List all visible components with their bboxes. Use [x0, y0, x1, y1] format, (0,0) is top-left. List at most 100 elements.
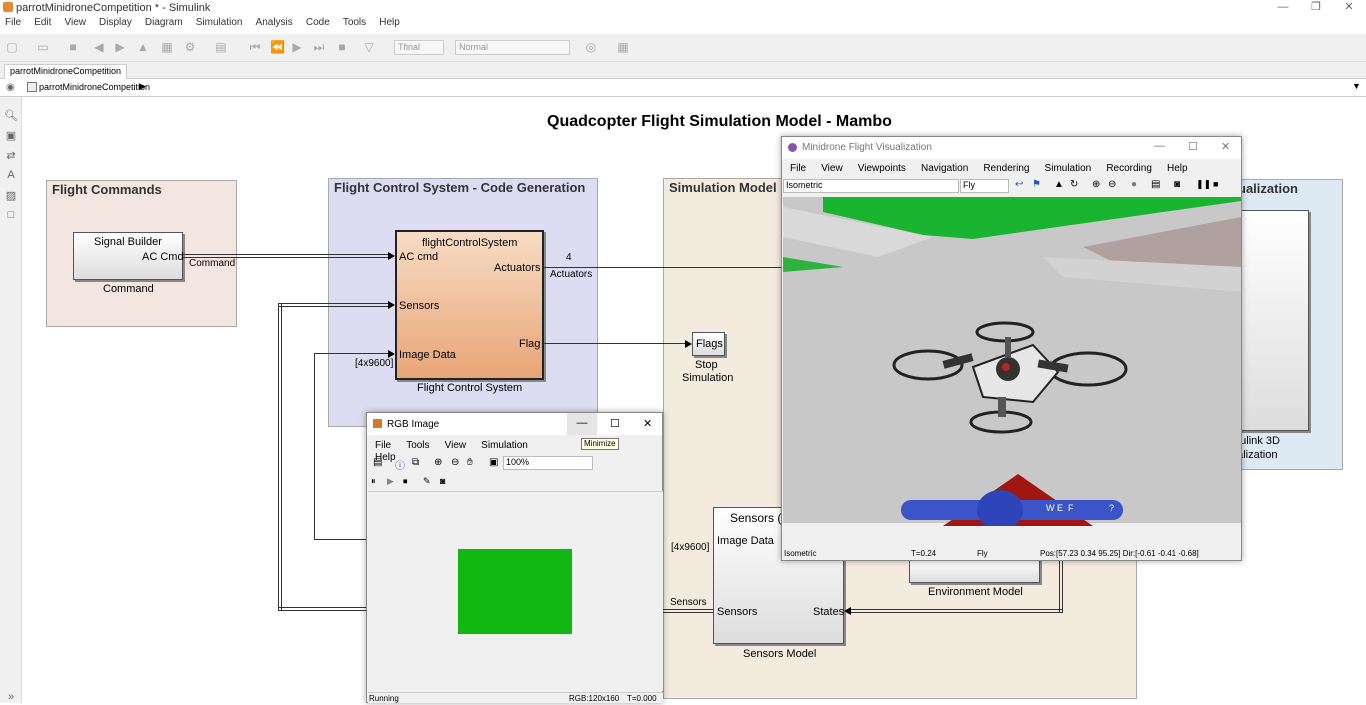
- viz-menu-file[interactable]: File: [784, 163, 812, 174]
- viz-stop-icon[interactable]: ■: [1213, 179, 1218, 189]
- viz-pause-icon[interactable]: ❚❚: [1196, 179, 1211, 190]
- format-icon[interactable]: ▤: [214, 40, 228, 54]
- zoom-out-icon[interactable]: ⊖: [1108, 179, 1116, 190]
- model-advisor-icon[interactable]: ◎: [584, 40, 598, 54]
- tab-model[interactable]: parrotMinidroneCompetition: [4, 64, 128, 79]
- menu-help[interactable]: Help: [374, 16, 405, 28]
- rgb-pause-icon[interactable]: ⏸: [371, 476, 376, 487]
- capture-icon[interactable]: ▤: [1151, 179, 1160, 190]
- restore-icon[interactable]: ❐: [1299, 0, 1333, 16]
- area-icon[interactable]: □: [4, 209, 18, 223]
- nav-letter-e[interactable]: E: [1057, 503, 1063, 513]
- menu-file[interactable]: File: [0, 16, 26, 28]
- new-model-icon[interactable]: ▢: [5, 40, 19, 54]
- menu-analysis[interactable]: Analysis: [251, 16, 298, 28]
- rgb-pan-icon[interactable]: ✋︎: [467, 457, 473, 468]
- minimize-icon[interactable]: —: [1266, 0, 1300, 16]
- nav-letter-w[interactable]: W: [1046, 503, 1055, 513]
- flag-line: [544, 343, 687, 344]
- menu-edit[interactable]: Edit: [29, 16, 56, 28]
- library-browser-icon[interactable]: ▦: [160, 40, 174, 54]
- build-icon[interactable]: ▦: [616, 40, 630, 54]
- sim-mode-select[interactable]: Normal: [455, 40, 570, 55]
- rgb-snapshot-icon[interactable]: ◙: [440, 476, 445, 486]
- rgb-minimize-icon[interactable]: —: [567, 413, 597, 435]
- straighten-icon[interactable]: ▲: [1054, 179, 1064, 190]
- rgb-fit-icon[interactable]: ▣: [489, 457, 498, 468]
- fcs-block[interactable]: flightControlSystem AC cmd Sensors Image…: [395, 230, 544, 380]
- signal-builder-block[interactable]: Signal Builder AC Cmd: [73, 232, 184, 280]
- chevron-down-icon[interactable]: ▼: [1352, 81, 1361, 91]
- menu-simulation[interactable]: Simulation: [191, 16, 248, 28]
- viz-menu-rendering[interactable]: Rendering: [977, 163, 1035, 174]
- annotation-icon[interactable]: A: [4, 169, 18, 183]
- viz-menu-help[interactable]: Help: [1161, 163, 1194, 174]
- viz-menu-view[interactable]: View: [815, 163, 849, 174]
- stop-icon[interactable]: ■: [335, 40, 349, 54]
- rgb-info-icon[interactable]: ⓘ: [395, 457, 405, 472]
- viz-window[interactable]: Minidrone Flight Visualization — ☐ ✕ Fil…: [781, 136, 1242, 561]
- rgb-zoom-in-icon[interactable]: ⊕: [434, 457, 442, 468]
- close-icon[interactable]: ✕: [1332, 0, 1366, 16]
- rgb-play-icon[interactable]: ▶: [387, 476, 394, 487]
- rgb-menu-simulation[interactable]: Simulation: [475, 440, 534, 451]
- image-icon[interactable]: ▨: [4, 189, 18, 203]
- up-icon[interactable]: ▲: [136, 40, 150, 54]
- menu-view[interactable]: View: [59, 16, 91, 28]
- rgb-zoom-select[interactable]: 100%: [503, 456, 593, 470]
- rgb-close-icon[interactable]: ✕: [643, 417, 652, 430]
- record-dot-icon[interactable]: ●: [1131, 179, 1137, 190]
- menu-display[interactable]: Display: [94, 16, 137, 28]
- go-back-icon[interactable]: ↩: [1015, 179, 1023, 190]
- flags-block[interactable]: Flags: [692, 332, 725, 356]
- step-forward-icon[interactable]: ⏭: [312, 40, 326, 54]
- step-back-icon[interactable]: ⏮: [248, 40, 262, 54]
- rotate-icon[interactable]: ↻: [1070, 179, 1078, 190]
- rgb-highlight-icon[interactable]: ✎: [423, 476, 431, 487]
- forward-icon[interactable]: ▶: [113, 40, 127, 54]
- breadcrumb-arrow-icon[interactable]: ▶: [139, 81, 146, 92]
- save-icon[interactable]: ■: [66, 40, 80, 54]
- nav-help-icon[interactable]: ?: [1109, 503, 1114, 513]
- environment-block[interactable]: [909, 559, 1040, 583]
- rgb-zoom-out-icon[interactable]: ⊖: [451, 457, 459, 468]
- fit-view-icon[interactable]: ▣: [4, 129, 18, 143]
- viz-close-icon[interactable]: ✕: [1221, 140, 1230, 153]
- viewpoint-select[interactable]: Isometric: [783, 179, 959, 193]
- nav-mode-select[interactable]: Fly: [960, 179, 1009, 193]
- menu-code[interactable]: Code: [301, 16, 335, 28]
- hide-explorer-icon[interactable]: ◉: [6, 82, 15, 93]
- breadcrumb[interactable]: parrotMinidroneCompetition: [39, 82, 150, 92]
- menu-diagram[interactable]: Diagram: [140, 16, 188, 28]
- rgb-menu-tools[interactable]: Tools: [400, 440, 435, 451]
- menu-tools[interactable]: Tools: [338, 16, 371, 28]
- stop-time-field[interactable]: Tfinal: [394, 40, 444, 55]
- rgb-copy-icon[interactable]: ⧉: [412, 457, 419, 468]
- nav-wheel-icon[interactable]: [977, 490, 1023, 526]
- rgb-menu-view[interactable]: View: [439, 440, 473, 451]
- viz-3d-view[interactable]: W E F ?: [783, 197, 1241, 526]
- arrow-icon[interactable]: ⇄: [4, 149, 18, 163]
- model-settings-icon[interactable]: ⚙: [183, 40, 197, 54]
- back-icon[interactable]: ◀: [92, 40, 106, 54]
- viz-menu-recording[interactable]: Recording: [1100, 163, 1158, 174]
- camera-icon[interactable]: ◙: [1174, 179, 1180, 190]
- run-icon[interactable]: ▶: [290, 40, 304, 54]
- open-icon[interactable]: ▭: [36, 40, 50, 54]
- rgb-window[interactable]: RGB Image — ☐ ✕ Minimize File Tools View…: [366, 412, 663, 703]
- rgb-print-icon[interactable]: ▤: [373, 457, 382, 468]
- viz-menu-navigation[interactable]: Navigation: [915, 163, 974, 174]
- viz-menu-simulation[interactable]: Simulation: [1039, 163, 1098, 174]
- rgb-menu-file[interactable]: File: [369, 440, 397, 451]
- viz-maximize-icon[interactable]: ☐: [1188, 140, 1198, 153]
- rgb-stop-icon[interactable]: ⏹: [403, 476, 408, 487]
- zoom-icon[interactable]: 🔍︎: [4, 109, 18, 123]
- nav-letter-f[interactable]: F: [1068, 503, 1074, 513]
- viz-menu-viewpoints[interactable]: Viewpoints: [852, 163, 912, 174]
- record-icon[interactable]: ▽: [362, 40, 376, 54]
- rgb-maximize-icon[interactable]: ☐: [610, 417, 620, 430]
- pause-icon[interactable]: ⏪: [270, 40, 285, 54]
- viz-minimize-icon[interactable]: —: [1154, 140, 1165, 152]
- zoom-in-icon[interactable]: ⊕: [1092, 179, 1100, 190]
- flag-icon[interactable]: ⚑: [1032, 179, 1041, 190]
